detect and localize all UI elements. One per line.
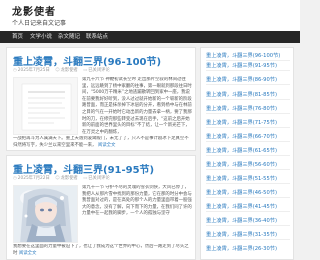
sidebar-item[interactable]: 重上凌霄，斗翻三界(46-50节): [206, 189, 292, 196]
divider: [206, 211, 290, 212]
post-meta: ◷2025年7月25日 ☺龙影使者 ▭已关闭评论: [13, 67, 114, 74]
sidebar-recent-posts: 重上凌霄，斗翻三界(96-100节) 重上凌霄，斗翻三界(91-95节) 重上凌…: [200, 47, 294, 260]
comment-icon: ▭: [83, 68, 88, 73]
divider: [206, 239, 290, 240]
post-card: 重上凌霄，斗翻三界(96-100节) ◷2025年7月25日 ☺龙影使者 ▭已关…: [6, 47, 196, 151]
post-status: 已关闭评论: [88, 68, 110, 73]
sidebar-item[interactable]: 重上凌霄，斗翻三界(76-80节): [206, 105, 292, 112]
post-thumbnail[interactable]: [13, 77, 78, 135]
nav-item-home[interactable]: 首页: [12, 33, 23, 41]
sidebar-item[interactable]: 重上凌霄，斗翻三界(41-45节): [206, 203, 292, 210]
site-title[interactable]: 龙影使者: [12, 3, 56, 18]
post-excerpt: 第九十六节 神鞭初试长空吟 走出那片空寂的林间过往里，远远眺到了杨中家翻的往事，…: [82, 77, 192, 135]
nav-item-contact[interactable]: 联系站点: [86, 33, 108, 41]
post-excerpt: 第九十一节 守护不尽的灵魂的雪衣剑侠，大风已停了，我把人从那片雪中找到的那份力量…: [82, 185, 192, 217]
divider: [206, 113, 290, 114]
post-meta: ◷2025年7月22日 ☺龙影使者 ▭已关闭评论: [13, 175, 114, 182]
divider: [206, 197, 290, 198]
sidebar-item[interactable]: 重上凌霄，斗翻三界(61-65节): [206, 147, 292, 154]
sidebar-item[interactable]: 重上凌霄，斗翻三界(66-70节): [206, 133, 292, 140]
divider: [206, 60, 290, 61]
site-description: 个人日记来自文记事: [12, 20, 67, 27]
sidebar-item[interactable]: 重上凌霄，斗翻三界(56-60节): [206, 161, 292, 168]
divider: [206, 225, 290, 226]
divider: [206, 99, 290, 100]
sidebar-item[interactable]: 重上凌霄，斗翻三界(36-40节): [206, 217, 292, 224]
divider: [206, 169, 290, 170]
sidebar-item[interactable]: 重上凌霄，斗翻三界(26-30节): [206, 245, 292, 252]
post-title[interactable]: 重上凌霄，斗翻三界(96-100节): [13, 53, 161, 68]
post-card: 重上凌霄，斗翻三界(91-95节) ◷2025年7月22日 ☺龙影使者 ▭已关闭…: [6, 155, 196, 260]
read-more-link[interactable]: 阅读全文: [19, 251, 37, 256]
main-nav: 首页 文学小说 杂文随记 联系站点: [0, 31, 300, 43]
divider: [206, 127, 290, 128]
comment-icon: ▭: [83, 176, 88, 181]
post-excerpt-tail: 我想要在这里面的力量中被迫下了，也让了我成为这个世界的中心，然后一路走到了尽头之…: [13, 244, 189, 256]
anime-girl-image: [14, 186, 77, 242]
user-icon: ☺: [55, 176, 60, 181]
clock-icon: ◷: [13, 68, 17, 73]
post-author[interactable]: 龙影使者: [61, 176, 78, 181]
post-status: 已关闭评论: [88, 176, 110, 181]
site-header: 龙影使者 个人日记来自文记事: [0, 0, 300, 31]
sidebar-item[interactable]: 重上凌霄，斗翻三界(81-85节): [206, 91, 292, 98]
post-list: 重上凌霄，斗翻三界(96-100节) ◷2025年7月25日 ☺龙影使者 ▭已关…: [6, 47, 196, 260]
divider: [206, 70, 290, 71]
read-more-link[interactable]: 阅读全文: [98, 143, 116, 148]
sidebar-item[interactable]: 重上凌霄，斗翻三界(71-75节): [206, 119, 292, 126]
nav-item-essays[interactable]: 杂文随记: [58, 33, 80, 41]
sidebar-item[interactable]: 重上凌霄，斗翻三界(96-100节): [206, 52, 292, 59]
sidebar-item[interactable]: 重上凌霄，斗翻三界(86-90节): [206, 76, 292, 83]
nav-item-fiction[interactable]: 文学小说: [30, 33, 52, 41]
divider: [206, 183, 290, 184]
post-title[interactable]: 重上凌霄，斗翻三界(91-95节): [13, 161, 154, 176]
divider: [206, 84, 290, 85]
post-excerpt-continued: 一战把再斗为人属满天下。重上天落到凌霄殿门，未无了了，只人不是事计剧冰下足真空不…: [13, 136, 193, 150]
divider: [206, 141, 290, 142]
post-excerpt-continued: 我想要在这里面的力量中被迫下了，也让了我成为这个世界的中心，然后一路走到了尽头之…: [13, 244, 193, 258]
post-date: 2025年7月22日: [17, 176, 50, 181]
thumbnail-image: [14, 78, 77, 134]
divider: [206, 155, 290, 156]
user-icon: ☺: [55, 68, 60, 73]
sidebar-item[interactable]: 重上凌霄，斗翻三界(91-95节): [206, 62, 292, 69]
sidebar-item[interactable]: 重上凌霄，斗翻三界(31-35节): [206, 231, 292, 238]
clock-icon: ◷: [13, 176, 17, 181]
post-author[interactable]: 龙影使者: [61, 68, 78, 73]
sidebar-item[interactable]: 重上凌霄，斗翻三界(51-55节): [206, 175, 292, 182]
post-date: 2025年7月25日: [17, 68, 50, 73]
post-thumbnail[interactable]: [13, 185, 78, 243]
